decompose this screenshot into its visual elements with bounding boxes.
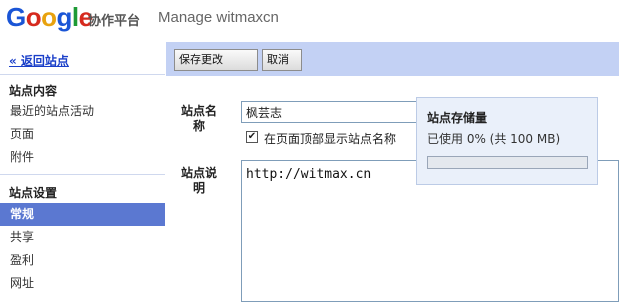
site-content-heading: 站点内容 xyxy=(9,84,58,98)
site-settings-heading: 站点设置 xyxy=(9,186,58,200)
product-name: 协作平台 xyxy=(88,14,141,29)
site-name-input[interactable] xyxy=(241,101,431,123)
storage-usage-text: 已使用 0% (共 100 MB) xyxy=(427,132,561,146)
sidebar-item-general[interactable]: 常规 xyxy=(0,203,165,226)
page-header: Google 协作平台 Manage witmaxcn xyxy=(0,0,619,38)
storage-title: 站点存储量 xyxy=(427,111,488,125)
cancel-button[interactable]: 取消 xyxy=(262,49,302,71)
sidebar-divider xyxy=(0,174,165,175)
page-title: Manage witmaxcn xyxy=(158,9,279,26)
storage-progress-bar xyxy=(427,156,588,169)
storage-panel: 站点存储量 已使用 0% (共 100 MB) xyxy=(416,97,598,185)
google-logo[interactable]: Google xyxy=(6,2,93,32)
sidebar-item-sharing[interactable]: 共享 xyxy=(0,226,165,249)
show-site-name-label: 在页面顶部显示站点名称 xyxy=(264,132,397,146)
check-icon: ✔ xyxy=(247,131,257,142)
sidebar-divider xyxy=(0,74,165,75)
site-name-label: 站点名称 xyxy=(180,104,217,133)
show-site-name-checkbox[interactable]: ✔ xyxy=(246,131,258,143)
sidebar-item-attachments[interactable]: 附件 xyxy=(0,146,165,169)
back-to-site-link[interactable]: « 返回站点 xyxy=(9,52,69,69)
sidebar-item-pages[interactable]: 页面 xyxy=(0,123,165,146)
sidebar-item-recent-activity[interactable]: 最近的站点活动 xyxy=(0,100,165,123)
sidebar-item-web-address[interactable]: 网址 xyxy=(0,272,165,295)
save-changes-button[interactable]: 保存更改 xyxy=(174,49,258,71)
toolbar: 保存更改 取消 xyxy=(166,42,619,76)
sidebar-item-monetize[interactable]: 盈利 xyxy=(0,249,165,272)
site-description-label: 站点说明 xyxy=(180,166,217,195)
sidebar: « 返回站点 站点内容 最近的站点活动 页面 附件 站点设置 常规 共享 盈利 … xyxy=(0,42,165,302)
